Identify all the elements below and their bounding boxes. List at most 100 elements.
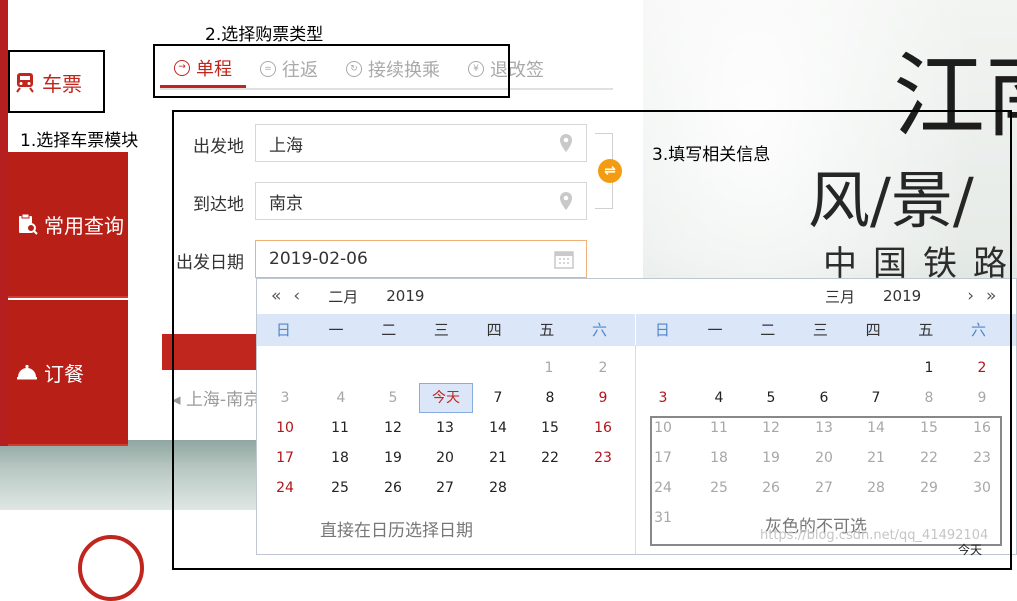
calendar-day: 24 bbox=[654, 480, 672, 496]
calendar-day[interactable]: 20 bbox=[419, 443, 471, 473]
annotation-step1: 1.选择车票模块 bbox=[20, 131, 139, 151]
tab-one-way[interactable]: → 单程 bbox=[160, 50, 246, 88]
calendar-day[interactable]: 11 bbox=[314, 413, 366, 443]
calendar-day: 9 bbox=[977, 390, 987, 406]
next-year-button[interactable]: » bbox=[986, 286, 996, 306]
calendar-day: 29 bbox=[920, 480, 938, 496]
tab-transfer[interactable]: ↻ 接续换乘 bbox=[332, 50, 454, 88]
weekday-label: 五 bbox=[918, 321, 934, 339]
sidebar-item-meal[interactable]: 订餐 bbox=[8, 300, 128, 446]
calendar-day: 4 bbox=[336, 390, 346, 406]
swap-stations-button[interactable]: ⇌ bbox=[598, 159, 622, 183]
calendar-day[interactable]: 9 bbox=[577, 383, 629, 413]
left-year-label: 2019 bbox=[386, 287, 425, 305]
calendar-day[interactable]: 26 bbox=[367, 473, 419, 503]
calendar-day: 1 bbox=[544, 360, 554, 376]
calendar-day[interactable]: 28 bbox=[472, 473, 524, 503]
calendar-day: 19 bbox=[762, 450, 780, 466]
calendar-day: 18 bbox=[710, 450, 728, 466]
calendar-day[interactable]: 13 bbox=[419, 413, 471, 443]
today-link[interactable]: 今天 bbox=[958, 541, 982, 558]
tab-refund[interactable]: ¥ 退改签 bbox=[454, 50, 558, 88]
calendar-right-header: 三月 2019 › » bbox=[825, 279, 996, 313]
from-station-input[interactable]: 上海 bbox=[255, 124, 587, 162]
calendar-day[interactable]: 5 bbox=[745, 383, 797, 413]
refund-icon: ¥ bbox=[468, 61, 484, 77]
calendar-day[interactable]: 12 bbox=[367, 413, 419, 443]
transfer-icon: ↻ bbox=[346, 61, 362, 77]
location-pin-icon bbox=[560, 134, 572, 152]
calendar-day[interactable]: 21 bbox=[472, 443, 524, 473]
calendar-day[interactable]: 14 bbox=[472, 413, 524, 443]
sidebar-item-label: 车票 bbox=[42, 71, 82, 96]
sidebar-accent bbox=[0, 150, 8, 446]
calendar-day[interactable]: 25 bbox=[314, 473, 366, 503]
calendar-day[interactable]: 16 bbox=[577, 413, 629, 443]
calendar-day[interactable]: 22 bbox=[524, 443, 576, 473]
prev-year-button[interactable]: « bbox=[271, 286, 281, 306]
calendar-day[interactable]: 6 bbox=[798, 383, 850, 413]
calendar-day: 23 bbox=[973, 450, 991, 466]
calendar-day-today[interactable]: 今天 bbox=[419, 383, 473, 413]
weekday-label: 六 bbox=[970, 321, 986, 339]
background-title: 江南 bbox=[893, 43, 1017, 150]
calendar-day[interactable]: 8 bbox=[524, 383, 576, 413]
calendar-day[interactable]: 7 bbox=[472, 383, 524, 413]
clipboard-search-icon bbox=[19, 213, 38, 235]
tab-label: 单程 bbox=[196, 58, 232, 80]
calendar-day[interactable]: 27 bbox=[419, 473, 471, 503]
from-station-value: 上海 bbox=[269, 135, 303, 156]
sidebar-item-common-query[interactable]: 常用查询 bbox=[8, 152, 128, 298]
to-station-value: 南京 bbox=[269, 193, 303, 214]
to-station-input[interactable]: 南京 bbox=[255, 182, 587, 220]
left-weekday-row: 日 一 二 三 四 五 六 bbox=[257, 314, 635, 346]
annotation-step2: 2.选择购票类型 bbox=[205, 25, 324, 45]
right-weekday-row: 日 一 二 三 四 五 六 bbox=[636, 314, 1016, 346]
calendar-day[interactable]: 10 bbox=[259, 413, 311, 443]
from-label: 出发地 bbox=[193, 137, 244, 157]
calendar-day: 25 bbox=[710, 480, 728, 496]
calendar-day[interactable]: 15 bbox=[524, 413, 576, 443]
weekday-label: 一 bbox=[707, 321, 723, 339]
calendar-day[interactable]: 3 bbox=[637, 383, 689, 413]
calendar-day[interactable]: 4 bbox=[693, 383, 745, 413]
calendar-day: 26 bbox=[762, 480, 780, 496]
calendar-day[interactable]: 2 bbox=[956, 353, 1008, 383]
calendar-day: 12 bbox=[762, 420, 780, 436]
calendar-day[interactable]: 23 bbox=[577, 443, 629, 473]
right-year-label: 2019 bbox=[883, 287, 922, 305]
prev-month-button[interactable]: ‹ bbox=[293, 286, 300, 306]
calendar-day: 16 bbox=[973, 420, 991, 436]
calendar-day[interactable]: 17 bbox=[259, 443, 311, 473]
calendar-day: 3 bbox=[280, 390, 290, 406]
calendar-day[interactable]: 24 bbox=[259, 473, 311, 503]
history-route-label: 上海-南京 bbox=[185, 390, 261, 410]
sidebar-item-ticket[interactable]: 车票 bbox=[8, 54, 104, 110]
next-month-button[interactable]: › bbox=[967, 286, 974, 306]
tab-round-trip[interactable]: = 往返 bbox=[246, 50, 332, 88]
weekday-label: 日 bbox=[275, 321, 291, 339]
annotation-pick-date: 直接在日历选择日期 bbox=[320, 521, 473, 541]
history-route[interactable]: ◂ 上海-南京 bbox=[172, 385, 260, 410]
left-month-label: 二月 bbox=[328, 287, 359, 306]
departure-date-input[interactable]: 2019-02-06 bbox=[255, 240, 587, 278]
sidebar-accent bbox=[0, 0, 8, 150]
location-pin-icon bbox=[560, 192, 572, 210]
calendar-day[interactable]: 19 bbox=[367, 443, 419, 473]
weekday-label: 四 bbox=[865, 321, 881, 339]
weekday-label: 五 bbox=[539, 321, 555, 339]
calendar-day[interactable]: 18 bbox=[314, 443, 366, 473]
calendar-day: 28 bbox=[867, 480, 885, 496]
calendar-day[interactable]: 7 bbox=[850, 383, 902, 413]
calendar-icon bbox=[554, 251, 574, 269]
weekday-label: 三 bbox=[812, 321, 828, 339]
calendar-day: 13 bbox=[815, 420, 833, 436]
calendar-day: 14 bbox=[867, 420, 885, 436]
calendar-day: 11 bbox=[710, 420, 728, 436]
to-label: 到达地 bbox=[193, 195, 244, 215]
calendar-day[interactable]: 1 bbox=[903, 353, 955, 383]
calendar-day: 20 bbox=[815, 450, 833, 466]
calendar-day: 27 bbox=[815, 480, 833, 496]
calendar-day: 17 bbox=[654, 450, 672, 466]
background-subtitle: 风/景/ bbox=[808, 164, 974, 237]
